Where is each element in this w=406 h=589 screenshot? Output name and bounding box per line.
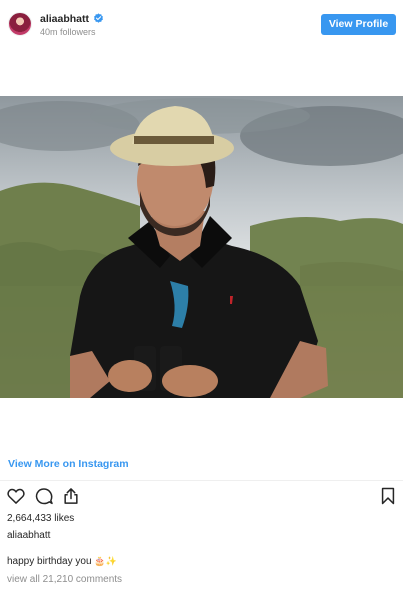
username[interactable]: aliaabhatt <box>40 13 89 25</box>
view-all-comments-link[interactable]: view all 21,210 comments <box>7 574 122 585</box>
bookmark-icon[interactable] <box>378 486 398 506</box>
post-header: aliaabhatt 40m followers View Profile <box>0 0 406 48</box>
view-profile-button[interactable]: View Profile <box>321 14 396 35</box>
verified-badge-icon <box>94 13 103 23</box>
like-count[interactable]: 2,664,433 likes <box>7 513 74 524</box>
heart-icon[interactable] <box>6 486 26 506</box>
caption-emoji: 🎂✨ <box>94 556 117 566</box>
post-photo[interactable] <box>0 96 403 398</box>
post-caption: happy birthday you 🎂✨ <box>7 556 117 567</box>
post-photo-image <box>0 96 403 398</box>
comment-icon[interactable] <box>34 486 54 506</box>
instagram-embed: aliaabhatt 40m followers View Profile Vi… <box>0 0 406 589</box>
divider <box>0 480 403 481</box>
post-author[interactable]: aliaabhatt <box>7 530 50 541</box>
view-more-on-instagram-link[interactable]: View More on Instagram <box>8 458 129 470</box>
caption-text: happy birthday you <box>7 556 92 567</box>
avatar[interactable] <box>8 12 32 36</box>
follower-count: 40m followers <box>40 27 96 37</box>
share-icon[interactable] <box>61 486 81 506</box>
